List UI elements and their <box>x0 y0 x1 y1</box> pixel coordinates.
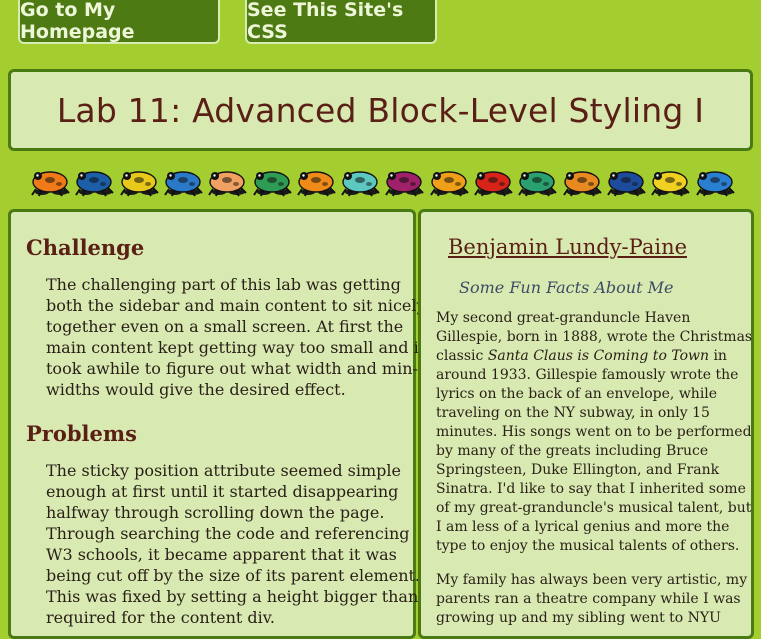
frog-icon <box>607 171 646 197</box>
text-line: widths would give the desired effect. <box>46 380 346 399</box>
frog-icon <box>429 171 469 197</box>
frog-icon <box>385 171 425 197</box>
text-line: lyrics on the back of an envelope, while <box>436 386 718 402</box>
frog-icon <box>695 171 735 197</box>
text-line: being cut off by the size of its parent … <box>46 566 421 585</box>
text-line: My second great-granduncle Haven <box>436 310 691 326</box>
text-line: both the sidebar and main content to sit… <box>46 296 426 315</box>
text-line: Gillespie, born in 1888, wrote the Chris… <box>436 329 753 345</box>
fun-fact-paragraph-1: My second great-granduncle Haven Gillespi… <box>436 309 752 556</box>
text-fragment: in <box>709 348 727 364</box>
text-line: enough at first until it started disappe… <box>46 482 399 501</box>
text-line: This was fixed by setting a height bigge… <box>46 587 419 606</box>
title-banner: Lab 11: Advanced Block-Level Styling I <box>8 69 753 151</box>
problems-heading: Problems <box>26 421 137 446</box>
frog-icon <box>518 171 558 197</box>
text-line: minutes. His songs went on to be perform… <box>436 424 752 440</box>
frog-icon <box>119 171 159 197</box>
text-line: by many of the greats including Bruce <box>436 443 709 459</box>
frog-icon <box>341 171 380 197</box>
text-line: growing up and my sibling went to NYU <box>436 610 721 626</box>
page-title: Lab 11: Advanced Block-Level Styling I <box>56 90 705 130</box>
text-line: parents ran a theatre company while I wa… <box>436 591 741 607</box>
text-line: halfway through scrolling down the page. <box>46 503 385 522</box>
text-line: The sticky position attribute seemed sim… <box>46 461 401 480</box>
text-line: around 1933. Gillespie famously wrote th… <box>436 367 739 383</box>
top-navigation: Go to My Homepage See This Site's CSS <box>0 0 761 48</box>
homepage-button[interactable]: Go to My Homepage <box>18 0 220 44</box>
text-line: classic Santa Claus is Coming to Town in <box>436 347 752 366</box>
text-line: took awhile to figure out what width and… <box>46 359 418 378</box>
text-line: required for the content div. <box>46 608 276 627</box>
text-line: type to enjoy the musical talents of oth… <box>436 538 740 554</box>
text-line: I am less of a lyrical genius and more t… <box>436 519 730 535</box>
main-content: Challenge The challenging part of this l… <box>8 209 426 639</box>
text-line: main content kept getting way too small … <box>46 338 426 357</box>
author-name-link[interactable]: Benjamin Lundy-Paine <box>448 235 687 259</box>
view-css-button[interactable]: See This Site's CSS <box>245 0 437 44</box>
sidebar: Benjamin Lundy-Paine Some Fun Facts Abou… <box>418 209 754 639</box>
text-line: The challenging part of this lab was get… <box>46 275 401 294</box>
problems-paragraph: The sticky position attribute seemed sim… <box>46 460 420 628</box>
song-title: Santa Claus is Coming to Town <box>487 348 709 364</box>
sidebar-subtitle: Some Fun Facts About Me <box>459 278 674 297</box>
fun-fact-paragraph-2: My family has always been very artistic,… <box>436 571 747 628</box>
text-line: Sinatra. I'd like to say that I inherite… <box>436 481 746 497</box>
text-line: traveling on the NY subway, in only 15 <box>436 405 710 421</box>
frog-icon <box>164 171 203 197</box>
frog-icon <box>651 171 690 197</box>
challenge-heading: Challenge <box>26 235 145 260</box>
text-line: My family has always been very artistic,… <box>436 572 748 588</box>
text-line: of my great-granduncle's musical talent,… <box>436 500 752 516</box>
frog-icon <box>75 171 115 197</box>
text-line: W3 schools, it became apparent that it w… <box>46 545 397 564</box>
frog-icon <box>208 171 247 197</box>
frog-icon <box>562 171 602 197</box>
frog-icon <box>474 171 513 197</box>
text-line: together even on a small screen. At firs… <box>46 317 404 336</box>
frog-icon <box>252 171 292 197</box>
text-fragment: classic <box>436 348 488 364</box>
frog-decoration-strip <box>28 162 738 200</box>
frog-icon <box>31 171 70 197</box>
text-line: Springsteen, Duke Ellington, and Frank <box>436 462 720 478</box>
challenge-paragraph: The challenging part of this lab was get… <box>46 274 426 400</box>
frog-icon <box>296 171 336 197</box>
text-line: Through searching the code and referenci… <box>46 524 410 543</box>
